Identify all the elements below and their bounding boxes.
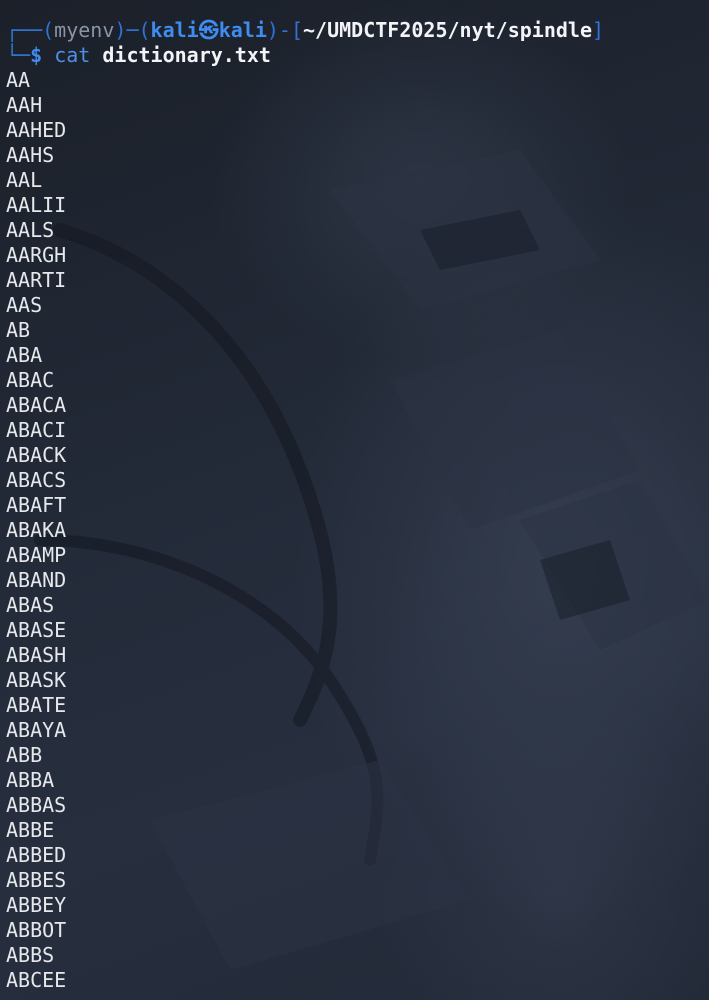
prompt-username: kali (150, 18, 199, 42)
cwd-open-bracket: [ (290, 18, 304, 42)
output-line: ABBS (6, 943, 55, 967)
output-line: ABBOT (6, 918, 67, 942)
output-line: ABASH (6, 643, 67, 667)
prompt-hostname: kali (218, 18, 267, 42)
command-line[interactable]: └─$ cat dictionary.txt (6, 43, 709, 68)
output-line: ABBED (6, 843, 67, 867)
output-line: AAHS (6, 143, 55, 167)
terminal-window[interactable]: ┌──(myenv)─(kali㉿kali)-[~/UMDCTF2025/nyt… (0, 0, 709, 1000)
current-directory: ~/UMDCTF2025/nyt/spindle (303, 18, 592, 42)
output-line: ABBEY (6, 893, 67, 917)
output-line: ABAFT (6, 493, 67, 517)
env-close-paren: ) (114, 18, 127, 42)
output-line: ABATE (6, 693, 67, 717)
prompt-dollar: $ (30, 43, 43, 67)
output-line: AARTI (6, 268, 67, 292)
terminal-content: ┌──(myenv)─(kali㉿kali)-[~/UMDCTF2025/nyt… (6, 18, 709, 993)
env-open-paren: ( (42, 18, 55, 42)
output-line: ABCEE (6, 968, 67, 992)
output-line: AAHED (6, 118, 67, 142)
output-line: ABAKA (6, 518, 67, 542)
output-line: ABAYA (6, 718, 67, 742)
output-line: ABA (6, 343, 43, 367)
command-name: cat (54, 43, 91, 67)
output-line: AALS (6, 218, 55, 242)
output-line: ABASE (6, 618, 67, 642)
prompt-corner-top: ┌── (6, 18, 43, 42)
at-symbol-icon: ㉿ (198, 18, 219, 42)
output-line: ABBAS (6, 793, 67, 817)
output-line: ABAS (6, 593, 55, 617)
command-argument: dictionary.txt (102, 43, 271, 67)
command-output: AA AAH AAHED AAHS AAL AALII AALS AARGH A… (6, 68, 709, 993)
output-line: AARGH (6, 243, 67, 267)
user-close-paren: ) (266, 18, 279, 42)
output-line: AAL (6, 168, 43, 192)
prompt-corner-bottom: └─ (6, 43, 31, 67)
user-open-paren: ( (138, 18, 151, 42)
output-line: ABASK (6, 668, 67, 692)
prompt-dash-2: - (278, 18, 291, 42)
output-line: AB (6, 318, 31, 342)
output-line: ABBES (6, 868, 67, 892)
virtualenv-name: myenv (54, 18, 115, 42)
cwd-close-bracket: ] (592, 18, 605, 42)
output-line: AAH (6, 93, 43, 117)
output-line: ABB (6, 743, 43, 767)
output-line: ABBE (6, 818, 55, 842)
output-line: ABACA (6, 393, 67, 417)
prompt-dash: ─ (126, 18, 139, 42)
output-line: AA (6, 68, 31, 92)
output-line: ABAMP (6, 543, 67, 567)
prompt-header-line: ┌──(myenv)─(kali㉿kali)-[~/UMDCTF2025/nyt… (6, 18, 709, 43)
output-line: ABACK (6, 443, 67, 467)
output-line: ABACS (6, 468, 67, 492)
output-line: AALII (6, 193, 67, 217)
output-line: ABACI (6, 418, 67, 442)
output-line: ABAC (6, 368, 55, 392)
output-line: AAS (6, 293, 43, 317)
output-line: ABAND (6, 568, 67, 592)
output-line: ABBA (6, 768, 55, 792)
